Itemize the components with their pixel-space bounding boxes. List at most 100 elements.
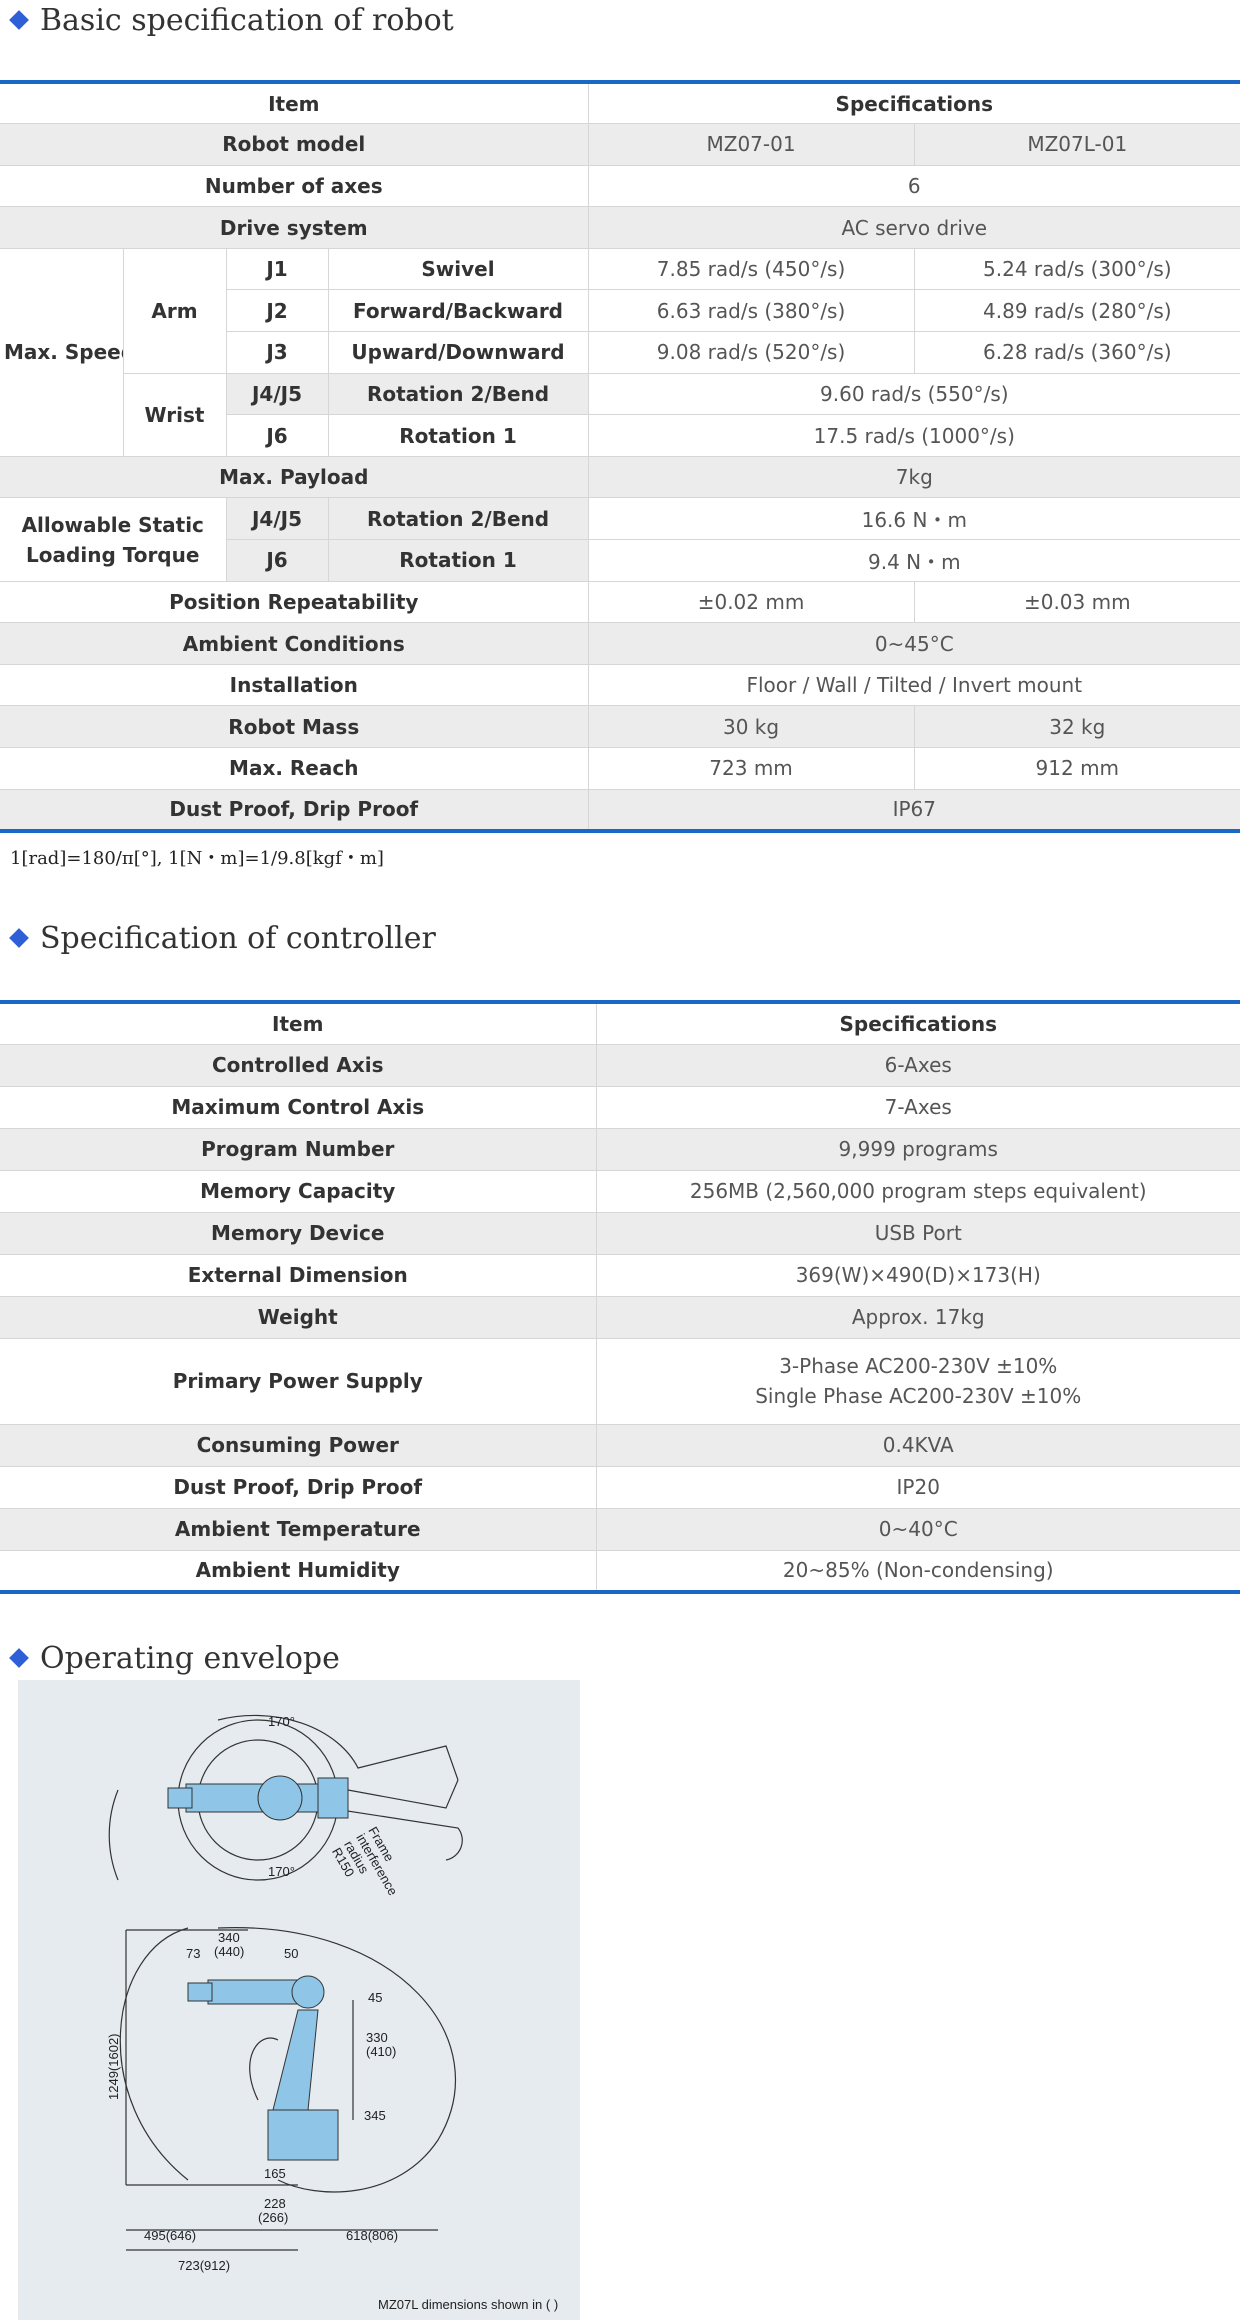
row-value: 0.4KVA [596,1424,1240,1467]
header-spec: Specifications [588,82,1240,125]
elbow-joint [291,1975,325,2009]
table-row: Number of axes 6 [0,165,1240,208]
motion-label: Upward/Downward [328,331,589,374]
speed-b: 5.24 rad/s (300°/s) [914,248,1240,291]
bottom-angle-label: 170° [268,1864,295,1879]
table-row: External Dimension 369(W)×490(D)×173(H) [0,1254,1240,1297]
row-label: External Dimension [0,1254,597,1297]
power-values: 3-Phase AC200-230V ±10% Single Phase AC2… [596,1338,1240,1425]
table-row: Program Number 9,999 programs [0,1128,1240,1171]
dim-618: 618(806) [346,2228,398,2243]
base-block [267,2109,339,2161]
unit-note: 1[rad]=180/π[°], 1[N・m]=1/9.8[kgf・m] [10,848,384,869]
speed-a: 9.08 rad/s (520°/s) [588,331,915,374]
table-row: Max. Reach 723 mm 912 mm [0,747,1240,790]
value-a: 30 kg [588,705,915,748]
row-value: 20~85% (Non-condensing) [596,1550,1240,1593]
row-label: Number of axes [0,165,589,208]
model-b: MZ07L-01 [914,123,1240,166]
speed-value: 9.60 rad/s (550°/s) [588,373,1240,416]
shoulder-body [317,1777,349,1819]
row-value: IP67 [588,789,1240,832]
row-label: Weight [0,1296,597,1339]
power-line-1: 3-Phase AC200-230V ±10% [779,1354,1058,1378]
table-row: Drive system AC servo drive [0,206,1240,249]
envelope-drawing: 170° 170° Frame interference radius R150 [106,1714,463,2273]
diamond-bullet-icon [9,928,29,948]
row-label: Memory Device [0,1212,597,1255]
table-row: Item Specifications [0,82,1240,125]
row-value: 7kg [588,456,1240,499]
row-value: IP20 [596,1466,1240,1509]
power-line-2: Single Phase AC200-230V ±10% [755,1384,1082,1408]
row-label: Dust Proof, Drip Proof [0,1466,597,1509]
table-row: Primary Power Supply 3-Phase AC200-230V … [0,1338,1240,1425]
dim-45: 45 [368,1990,382,2005]
row-value: USB Port [596,1212,1240,1255]
header-item: Item [0,82,589,125]
dim-410: (410) [366,2044,396,2059]
table-row: Maximum Control Axis 7-Axes [0,1086,1240,1129]
table-row: Consuming Power 0.4KVA [0,1424,1240,1467]
reach-arc-right [347,1779,459,1809]
header-spec: Specifications [596,1002,1240,1045]
joint-label: J1 [226,248,329,291]
envelope-heading: Operating envelope [8,1638,340,1678]
row-label: Max. Reach [0,747,589,790]
joint-label: J6 [226,539,329,582]
robot-spec-title: Basic specification of robot [40,2,454,38]
table-row: Memory Device USB Port [0,1212,1240,1255]
row-label: Ambient Humidity [0,1550,597,1593]
top-angle-label: 170° [268,1714,295,1729]
row-label: Robot Mass [0,705,589,748]
row-label: Program Number [0,1128,597,1171]
value-b: ±0.03 mm [914,581,1240,624]
table-row: Ambient Temperature 0~40°C [0,1508,1240,1551]
table-row: Allowable Static Loading Torque J4/J5 Ro… [0,497,1240,582]
table-row: Ambient Conditions 0~45°C [0,622,1240,665]
row-label: Robot model [0,123,589,166]
row-label: Ambient Temperature [0,1508,597,1551]
row-value: 6-Axes [596,1044,1240,1087]
motion-label: Rotation 1 [328,539,589,582]
table-row: Ambient Humidity 20~85% (Non-condensing) [0,1550,1240,1593]
robot-spec-heading: Basic specification of robot [8,0,454,40]
side-reach-arc-left [119,1927,189,2181]
dim-723: 723(912) [178,2258,230,2273]
dim-228: 228 [264,2196,286,2211]
row-value: 256MB (2,560,000 program steps equivalen… [596,1170,1240,1213]
arm-label: Arm [123,248,227,374]
row-label: Dust Proof, Drip Proof [0,789,589,832]
row-label: Ambient Conditions [0,622,589,665]
row-value: 0~45°C [588,622,1240,665]
robot-spec-table: Item Specifications Robot model MZ07-01 … [0,80,1240,833]
lower-arm [272,2009,319,2111]
controller-spec-title: Specification of controller [40,920,436,956]
row-value: AC servo drive [588,206,1240,249]
dim-50: 50 [284,1946,298,1961]
table-row: Item Specifications [0,1002,1240,1045]
table-row: Max. Payload 7kg [0,456,1240,499]
row-label: Max. Payload [0,456,589,499]
header-item: Item [0,1002,597,1045]
dim-345: 345 [364,2108,386,2123]
speed-value: 17.5 rad/s (1000°/s) [588,414,1240,457]
wrist-body [167,1787,193,1809]
dim-340: 340 [218,1930,240,1945]
table-row: Dust Proof, Drip Proof IP20 [0,1466,1240,1509]
dim-165: 165 [264,2166,286,2181]
reach-arc-top [217,1714,459,1781]
dim-440: (440) [214,1944,244,1959]
diamond-bullet-icon [9,1648,29,1668]
table-row: Wrist J4/J5 Rotation 2/Bend 9.60 rad/s (… [0,373,1240,457]
controller-spec-table: Item Specifications Controlled Axis 6-Ax… [0,1000,1240,1594]
wrist-end [187,1982,213,2002]
value-a: 723 mm [588,747,915,790]
base-body [257,1775,303,1821]
table-row: Max. Speed Arm J1 Swivel 7.85 rad/s (450… [0,248,1240,457]
row-label: Drive system [0,206,589,249]
table-row: Dust Proof, Drip Proof IP67 [0,789,1240,832]
row-label: Maximum Control Axis [0,1086,597,1129]
dim-1249: 1249(1602) [106,2034,121,2101]
row-label: Installation [0,664,589,707]
